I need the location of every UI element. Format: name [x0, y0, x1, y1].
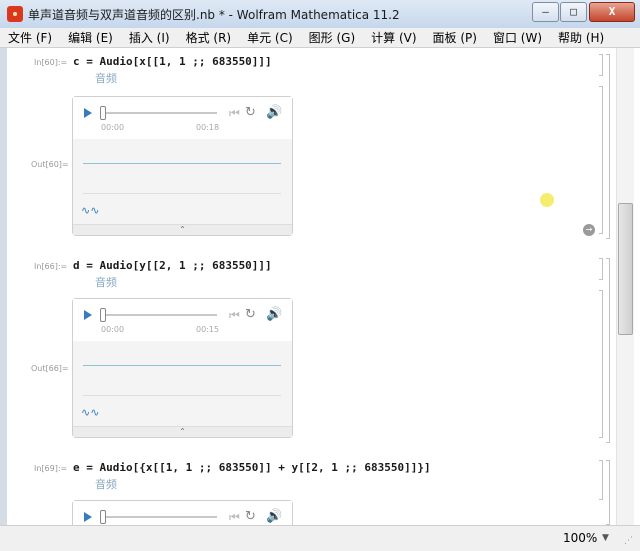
cell-group-bracket[interactable]	[606, 460, 610, 525]
menu-cell[interactable]: 单元 (C)	[247, 29, 293, 46]
waveform-icon: ∿∿	[81, 204, 100, 217]
output-label: Out[66]=	[31, 364, 69, 373]
cell-group-bracket[interactable]	[606, 54, 610, 239]
suggestion-link[interactable]: 音频	[95, 274, 117, 290]
menu-edit[interactable]: 编辑 (E)	[68, 29, 113, 46]
input-label: In[69]:=	[34, 464, 68, 473]
menu-evaluation[interactable]: 计算 (V)	[371, 29, 416, 46]
waveform-view: ∿∿	[73, 341, 292, 427]
audio-player: 00:00 00:18 ⏮ ↻ 🔊 ∿∿ ⌃	[72, 96, 293, 236]
loop-icon[interactable]: ↻	[245, 308, 256, 321]
waveform-view: ∿∿	[73, 139, 292, 225]
waveform-icon: ∿∿	[81, 406, 100, 419]
audio-controls: 00:00 00:18 ⏮ ↻ 🔊	[73, 97, 292, 140]
audio-controls: 00:00 00:15 ⏮ ↻ 🔊	[73, 299, 292, 342]
time-end: 00:18	[196, 123, 220, 132]
status-bar: 100% ▼ ⋰	[0, 525, 640, 551]
volume-icon[interactable]: 🔊	[266, 510, 282, 523]
menu-window[interactable]: 窗口 (W)	[493, 29, 542, 46]
cell-bracket[interactable]	[599, 54, 603, 76]
menu-graphics[interactable]: 图形 (G)	[309, 29, 355, 46]
seek-slider-knob[interactable]	[100, 510, 106, 524]
volume-icon[interactable]: 🔊	[266, 308, 282, 321]
window-title: 单声道音频与双声道音频的区别.nb * - Wolfram Mathematic…	[28, 8, 400, 22]
time-start: 00:00	[101, 325, 125, 334]
play-icon[interactable]	[84, 310, 92, 320]
expand-toggle[interactable]: ⌃	[73, 426, 292, 437]
cell-bracket[interactable]	[599, 290, 603, 438]
input-code[interactable]: d = Audio[y[[2, 1 ;; 683550]]]	[73, 259, 272, 272]
mathematica-logo-icon	[7, 6, 23, 22]
cell-group-bracket[interactable]	[606, 258, 610, 443]
seek-slider[interactable]	[101, 314, 217, 316]
seek-slider[interactable]	[101, 516, 217, 518]
time-end: 00:15	[196, 325, 220, 334]
input-label: In[60]:=	[34, 58, 68, 67]
menu-file[interactable]: 文件 (F)	[8, 29, 52, 46]
maximize-button[interactable]: □	[560, 2, 587, 22]
skip-end-icon[interactable]: ⏮	[229, 511, 240, 523]
left-rail	[0, 48, 7, 525]
waveform-line	[83, 163, 281, 164]
seek-slider[interactable]	[101, 112, 217, 114]
cell-bracket[interactable]	[599, 86, 603, 234]
resize-grip-icon[interactable]: ⋰	[624, 536, 633, 546]
loop-icon[interactable]: ↻	[245, 510, 256, 523]
scrollbar-thumb[interactable]	[618, 203, 633, 335]
menu-help[interactable]: 帮助 (H)	[558, 29, 604, 46]
minimize-button[interactable]: —	[532, 2, 559, 22]
chevron-up-icon: ⌃	[179, 225, 186, 234]
skip-end-icon[interactable]: ⏮	[229, 309, 240, 321]
menu-format[interactable]: 格式 (R)	[186, 29, 232, 46]
waveform-line	[83, 365, 281, 366]
audio-player: ⏮ ↻ 🔊	[72, 500, 293, 525]
play-icon[interactable]	[84, 108, 92, 118]
audio-controls: ⏮ ↻ 🔊	[73, 501, 292, 525]
notebook-area[interactable]: In[60]:= c = Audio[x[[1, 1 ;; 683550]]] …	[0, 48, 640, 525]
mouse-cursor-highlight	[540, 193, 554, 207]
cell-bracket[interactable]	[599, 258, 603, 280]
menu-palettes[interactable]: 面板 (P)	[433, 29, 477, 46]
close-button[interactable]: X	[589, 2, 635, 22]
suggestion-link[interactable]: 音频	[95, 70, 117, 86]
skip-end-icon[interactable]: ⏮	[229, 107, 240, 119]
volume-icon[interactable]: 🔊	[266, 106, 282, 119]
waveform-baseline	[83, 395, 281, 396]
suggestion-link[interactable]: 音频	[95, 476, 117, 492]
expand-toggle[interactable]: ⌃	[73, 224, 292, 235]
seek-slider-knob[interactable]	[100, 308, 106, 322]
title-bar: 单声道音频与双声道音频的区别.nb * - Wolfram Mathematic…	[0, 0, 640, 29]
arrow-right-circle-icon[interactable]: →	[583, 224, 595, 236]
menu-bar: 文件 (F) 编辑 (E) 插入 (I) 格式 (R) 单元 (C) 图形 (G…	[0, 28, 640, 48]
input-code[interactable]: c = Audio[x[[1, 1 ;; 683550]]]	[73, 55, 272, 68]
cell-bracket[interactable]	[599, 460, 603, 500]
chevron-up-icon: ⌃	[179, 427, 186, 436]
menu-insert[interactable]: 插入 (I)	[129, 29, 170, 46]
seek-slider-knob[interactable]	[100, 106, 106, 120]
play-icon[interactable]	[84, 512, 92, 522]
zoom-level[interactable]: 100%	[563, 531, 597, 545]
waveform-baseline	[83, 193, 281, 194]
zoom-dropdown-icon[interactable]: ▼	[602, 533, 609, 543]
loop-icon[interactable]: ↻	[245, 106, 256, 119]
output-label: Out[60]=	[31, 160, 69, 169]
input-label: In[66]:=	[34, 262, 68, 271]
audio-player: 00:00 00:15 ⏮ ↻ 🔊 ∿∿ ⌃	[72, 298, 293, 438]
time-start: 00:00	[101, 123, 125, 132]
input-code[interactable]: e = Audio[{x[[1, 1 ;; 683550]] + y[[2, 1…	[73, 461, 431, 474]
